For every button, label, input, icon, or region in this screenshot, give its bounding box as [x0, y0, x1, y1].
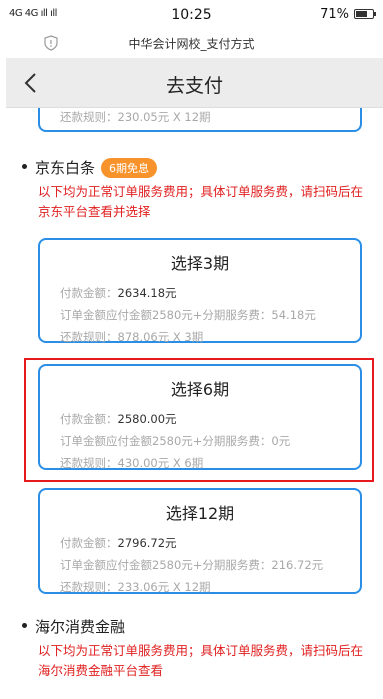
installment-option-12[interactable]: 选择12期 付款金额：2796.72元 订单金额应付金额2580元+分期服务费：…: [38, 488, 362, 594]
haier-section-title: 海尔消费金融: [22, 616, 125, 637]
pay-label: 付款金额：: [60, 536, 118, 550]
rule-value: 878.06元 X 3期: [117, 330, 204, 344]
section-title-text: 海尔消费金融: [35, 618, 126, 636]
rule-label: 还款规则：: [60, 330, 118, 344]
battery-percent: 71%: [320, 7, 349, 22]
browser-title-bar: 中华会计网校_支付方式: [0, 28, 383, 58]
rule-value: 230.05元 X 12期: [117, 110, 211, 124]
status-bar: 4G 4G ıll ıll 10:25 71%: [0, 0, 383, 28]
pay-value: 2634.18元: [117, 286, 177, 300]
installment-option-card[interactable]: 还款规则：230.05元 X 12期: [38, 108, 362, 132]
option-title: 选择6期: [170, 380, 230, 399]
page-title: 中华会计网校_支付方式: [128, 37, 255, 51]
installment-option-3[interactable]: 选择3期 付款金额：2634.18元 订单金额应付金额2580元+分期服务费：5…: [38, 238, 362, 344]
option-title: 选择3期: [170, 254, 230, 273]
pay-label: 付款金额：: [60, 286, 118, 300]
rule-label: 还款规则：: [60, 110, 118, 124]
bullet-icon: [22, 164, 27, 169]
haier-notice: 以下均为正常订单服务费用；具体订单服务费，请扫码后在海尔消费金融平台查看: [38, 643, 364, 678]
fee-value: 54.18元: [271, 308, 316, 322]
rule-value: 430.00元 X 6期: [117, 456, 204, 470]
battery-icon: [354, 9, 376, 19]
bullet-icon: [22, 623, 27, 628]
navigation-bar: 去支付: [6, 58, 383, 108]
payment-options-list[interactable]: 还款规则：230.05元 X 12期 京东白条 6期免息 以下均为正常订单服务费用…: [0, 108, 383, 699]
jd-baitiao-section-title: 京东白条 6期免息: [22, 157, 158, 179]
fee-value: 0元: [271, 434, 291, 448]
nav-title: 去支付: [165, 75, 223, 97]
jd-notice: 以下均为正常订单服务费用；具体订单服务费，请扫码后在京东平台查看并选择: [38, 184, 364, 219]
pay-value: 2796.72元: [117, 536, 177, 550]
fee-label: 订单金额应付金额2580元+分期服务费：: [60, 558, 272, 572]
interest-free-badge: 6期免息: [101, 157, 158, 178]
option-title: 选择12期: [165, 504, 235, 523]
section-title-text: 京东白条: [35, 159, 96, 177]
fee-label: 订单金额应付金额2580元+分期服务费：: [60, 308, 272, 322]
rule-label: 还款规则：: [60, 580, 118, 594]
pay-value: 2580.00元: [117, 412, 177, 426]
fee-label: 订单金额应付金额2580元+分期服务费：: [60, 434, 272, 448]
rule-label: 还款规则：: [60, 456, 118, 470]
fee-value: 216.72元: [271, 558, 324, 572]
rule-value: 233.06元 X 12期: [117, 580, 211, 594]
pay-label: 付款金额：: [60, 412, 118, 426]
installment-option-6[interactable]: 选择6期 付款金额：2580.00元 订单金额应付金额2580元+分期服务费：0…: [38, 364, 362, 470]
